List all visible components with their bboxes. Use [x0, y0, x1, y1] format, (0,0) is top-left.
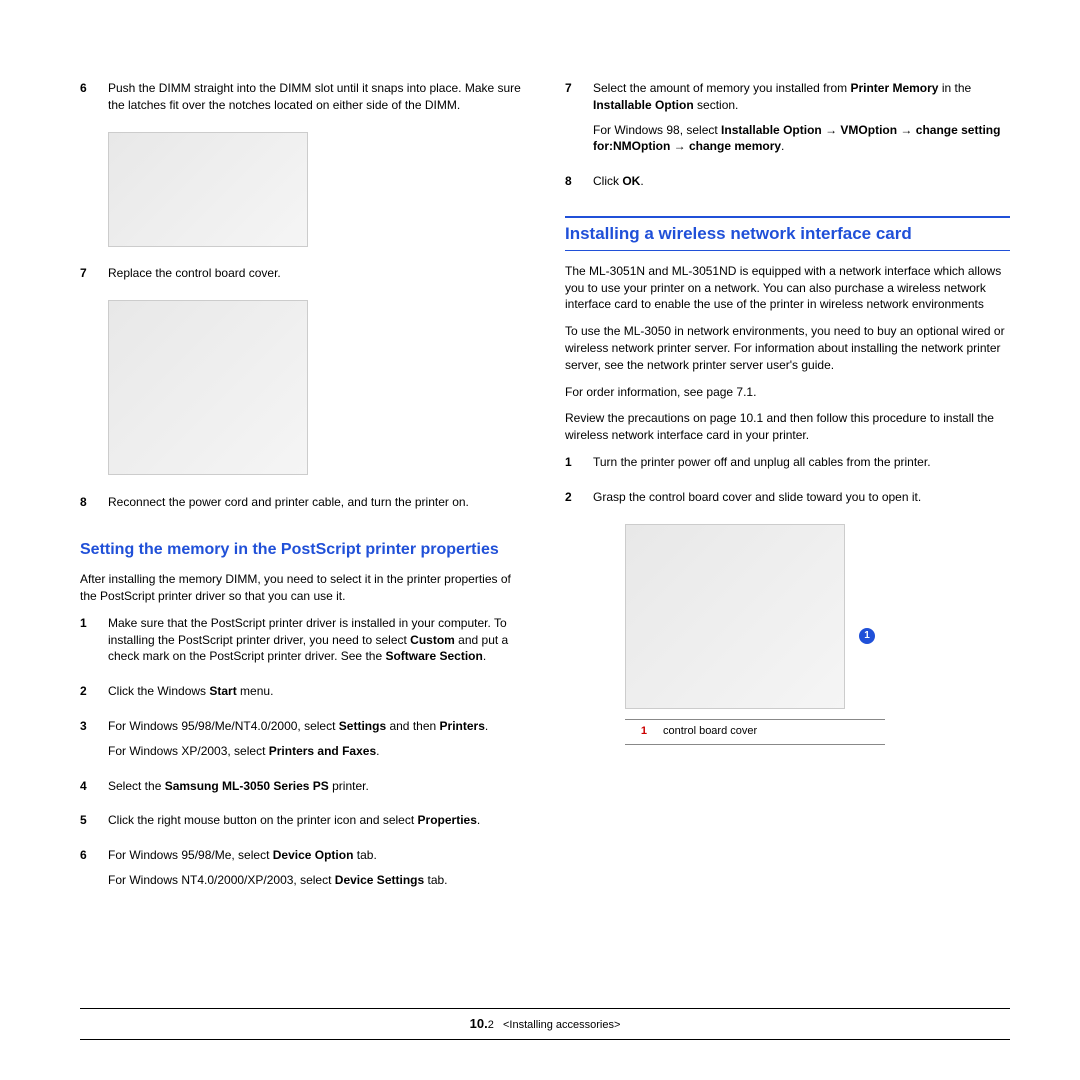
step-number: 6 — [80, 847, 108, 897]
step-text: Grasp the control board cover and slide … — [593, 489, 1010, 506]
step-text: Make sure that the PostScript printer dr… — [108, 615, 525, 665]
ps-step-7: 7 Select the amount of memory you instal… — [565, 80, 1010, 163]
arrow-icon: → — [674, 138, 686, 155]
step-6: 6 Push the DIMM straight into the DIMM s… — [80, 80, 525, 122]
heading-postscript-memory: Setting the memory in the PostScript pri… — [80, 539, 525, 561]
step-number: 4 — [80, 778, 108, 803]
ps-step-4: 4 Select the Samsung ML-3050 Series PS p… — [80, 778, 525, 803]
intro-paragraph: After installing the memory DIMM, you ne… — [80, 571, 525, 605]
ps-step-2: 2 Click the Windows Start menu. — [80, 683, 525, 708]
figure-cover-replace — [108, 300, 525, 480]
footer-title: <Installing accessories> — [503, 1019, 620, 1031]
step-text: Turn the printer power off and unplug al… — [593, 454, 1010, 471]
paragraph: Review the precautions on page 10.1 and … — [565, 410, 1010, 444]
step-text: Click the Windows Start menu. — [108, 683, 525, 700]
step-number: 2 — [80, 683, 108, 708]
step-number: 2 — [565, 489, 593, 514]
step-text: For Windows 95/98/Me, select Device Opti… — [108, 847, 525, 864]
page-footer: 10.2 <Installing accessories> — [80, 1008, 1010, 1040]
chapter-number: 10. — [470, 1016, 488, 1031]
left-column: 6 Push the DIMM straight into the DIMM s… — [80, 80, 525, 907]
step-number: 5 — [80, 812, 108, 837]
arrow-icon: → — [900, 122, 912, 139]
step-number: 6 — [80, 80, 108, 122]
table-row: 1 control board cover — [625, 720, 885, 744]
step-number: 8 — [80, 494, 108, 519]
step-7: 7 Replace the control board cover. — [80, 265, 525, 290]
step-text-alt: For Windows NT4.0/2000/XP/2003, select D… — [108, 872, 525, 889]
step-text-alt: For Windows 98, select Installable Optio… — [593, 122, 1010, 156]
right-column: 7 Select the amount of memory you instal… — [565, 80, 1010, 907]
ps-step-5: 5 Click the right mouse button on the pr… — [80, 812, 525, 837]
callout-table: 1 control board cover — [625, 719, 885, 744]
step-text: For Windows 95/98/Me/NT4.0/2000, select … — [108, 718, 525, 735]
callout-number: 1 — [625, 720, 655, 744]
step-8: 8 Reconnect the power cord and printer c… — [80, 494, 525, 519]
step-text-alt: For Windows XP/2003, select Printers and… — [108, 743, 525, 760]
step-text: Reconnect the power cord and printer cab… — [108, 494, 525, 511]
callout-label: control board cover — [655, 720, 885, 744]
step-number: 8 — [565, 173, 593, 198]
ps-step-1: 1 Make sure that the PostScript printer … — [80, 615, 525, 673]
wl-step-2: 2 Grasp the control board cover and slid… — [565, 489, 1010, 514]
step-number: 1 — [565, 454, 593, 479]
step-number: 7 — [80, 265, 108, 290]
step-text: Select the Samsung ML-3050 Series PS pri… — [108, 778, 525, 795]
step-number: 7 — [565, 80, 593, 163]
figure-dimm-insert — [108, 132, 525, 252]
wl-step-1: 1 Turn the printer power off and unplug … — [565, 454, 1010, 479]
ps-step-8: 8 Click OK. — [565, 173, 1010, 198]
step-text: Push the DIMM straight into the DIMM slo… — [108, 80, 525, 114]
figure-cover-open: 1 1 control board cover — [625, 524, 1010, 745]
ps-step-3: 3 For Windows 95/98/Me/NT4.0/2000, selec… — [80, 718, 525, 768]
dimm-illustration — [108, 132, 308, 247]
heading-wireless-card: Installing a wireless network interface … — [565, 216, 1010, 251]
printer-illustration — [108, 300, 308, 475]
paragraph: For order information, see page 7.1. — [565, 384, 1010, 401]
step-number: 3 — [80, 718, 108, 768]
step-text: Click OK. — [593, 173, 1010, 190]
paragraph: The ML-3051N and ML-3051ND is equipped w… — [565, 263, 1010, 313]
step-text: Replace the control board cover. — [108, 265, 525, 282]
callout-bubble-icon: 1 — [859, 628, 875, 644]
step-text: Select the amount of memory you installe… — [593, 80, 1010, 114]
page-number: 2 — [488, 1019, 494, 1031]
step-text: Click the right mouse button on the prin… — [108, 812, 525, 829]
printer-open-illustration — [625, 524, 845, 709]
ps-step-6: 6 For Windows 95/98/Me, select Device Op… — [80, 847, 525, 897]
step-number: 1 — [80, 615, 108, 673]
paragraph: To use the ML-3050 in network environmen… — [565, 323, 1010, 373]
arrow-icon: → — [825, 122, 837, 139]
